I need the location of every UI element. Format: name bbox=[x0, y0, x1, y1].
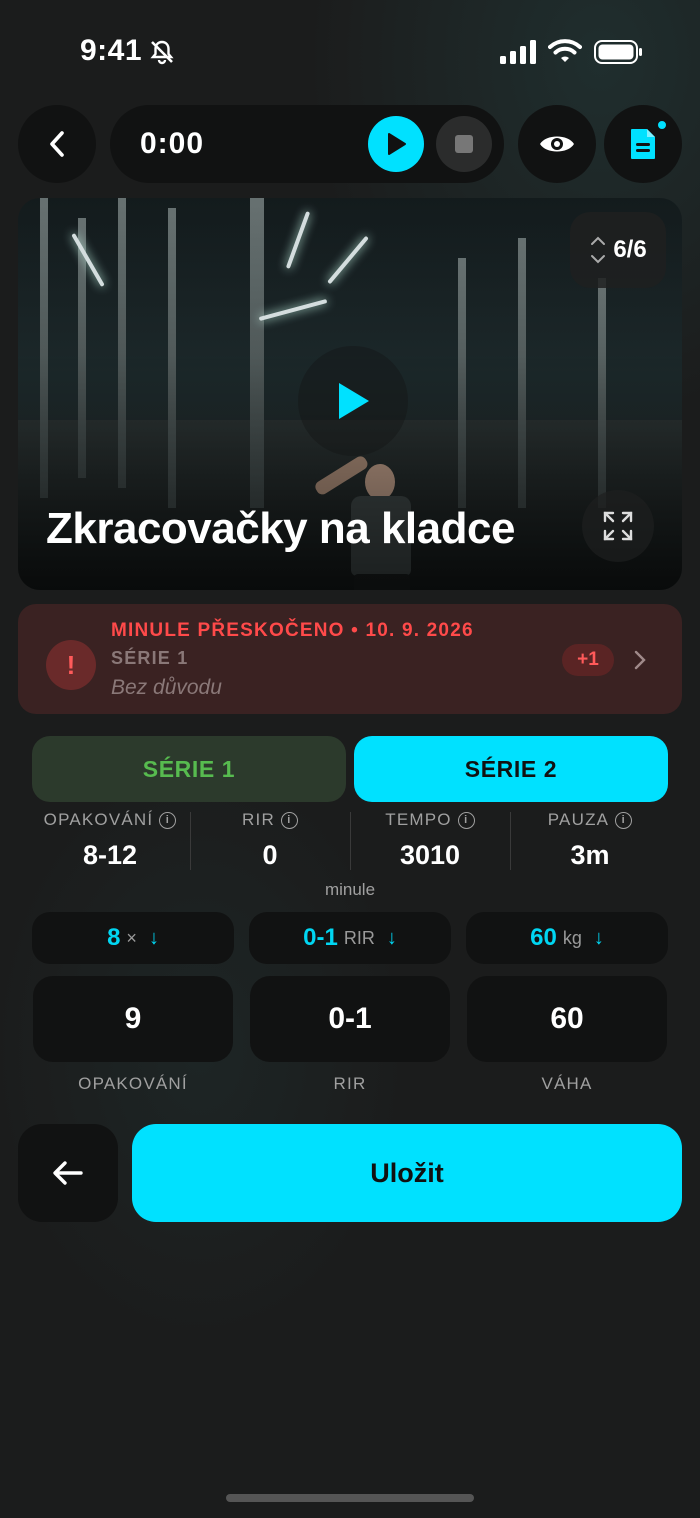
tab-series-1[interactable]: SÉRIE 1 bbox=[32, 736, 346, 802]
cellular-signal-icon bbox=[500, 40, 536, 64]
stat-value: 0 bbox=[262, 840, 278, 870]
stat-label: PAUZA bbox=[547, 810, 610, 829]
previous-label: minule bbox=[324, 880, 376, 899]
chevron-left-icon bbox=[50, 131, 64, 157]
notification-dot bbox=[656, 119, 668, 131]
arrow-left-icon bbox=[53, 1161, 83, 1185]
stat-value: 3m bbox=[570, 840, 610, 870]
info-icon[interactable]: i bbox=[159, 811, 177, 829]
alert-series: SÉRIE 1 bbox=[111, 648, 189, 668]
previous-rir[interactable]: 0-1 RIR ↓ bbox=[249, 912, 451, 964]
battery-icon bbox=[594, 40, 642, 64]
previous-value: 8 bbox=[107, 924, 121, 951]
arrow-down-icon: ↓ bbox=[386, 926, 397, 949]
view-button[interactable] bbox=[518, 105, 596, 183]
previous-unit: RIR bbox=[343, 927, 375, 948]
stat-rest: PAUZA i 3m bbox=[510, 810, 670, 871]
previous-reps[interactable]: 8 × ↓ bbox=[32, 912, 234, 964]
previous-unit: × bbox=[126, 927, 137, 948]
info-icon[interactable]: i bbox=[280, 811, 298, 829]
weight-label: VÁHA bbox=[541, 1074, 593, 1093]
exercise-counter[interactable]: 6/6 bbox=[570, 212, 666, 288]
document-icon bbox=[631, 129, 655, 159]
bell-slash-icon bbox=[150, 40, 174, 65]
previous-value: 60 bbox=[530, 924, 557, 951]
stop-icon bbox=[455, 135, 473, 153]
alert-count-badge: +1 bbox=[562, 644, 614, 676]
save-button[interactable]: Uložit bbox=[132, 1124, 682, 1222]
reps-input[interactable]: 9 bbox=[33, 976, 233, 1062]
skipped-alert[interactable]: ! MINULE PŘESKOČENO • 10. 9. 2026 SÉRIE … bbox=[18, 604, 682, 714]
stat-reps: OPAKOVÁNÍ i 8-12 bbox=[30, 810, 190, 871]
exercise-title: Zkracovačky na kladce bbox=[46, 504, 515, 553]
exercise-counter-text: 6/6 bbox=[613, 236, 647, 263]
back-button[interactable] bbox=[18, 105, 96, 183]
stat-rir: RIR i 0 bbox=[190, 810, 350, 871]
info-icon[interactable]: i bbox=[457, 811, 475, 829]
fullscreen-button[interactable] bbox=[582, 490, 654, 562]
video-play-button[interactable] bbox=[298, 346, 408, 456]
weight-input[interactable]: 60 bbox=[467, 976, 667, 1062]
play-icon bbox=[339, 383, 369, 419]
exercise-video[interactable]: 6/6 Zkracovačky na kladce bbox=[18, 198, 682, 590]
eye-icon bbox=[540, 136, 574, 152]
stat-label: OPAKOVÁNÍ bbox=[43, 810, 154, 829]
home-indicator[interactable] bbox=[226, 1494, 474, 1502]
chevron-up-down-icon bbox=[591, 236, 606, 264]
reps-label: OPAKOVÁNÍ bbox=[78, 1074, 188, 1093]
timer-display: 0:00 bbox=[140, 127, 205, 160]
timer-play-button[interactable] bbox=[368, 116, 424, 172]
previous-unit: kg bbox=[562, 927, 582, 948]
info-icon[interactable]: i bbox=[615, 811, 633, 829]
previous-weight[interactable]: 60 kg ↓ bbox=[466, 912, 668, 964]
chevron-right-icon bbox=[634, 650, 646, 670]
rir-input[interactable]: 0-1 bbox=[250, 976, 450, 1062]
stat-value: 3010 bbox=[399, 840, 461, 870]
previous-value: 0-1 bbox=[303, 924, 338, 951]
stat-tempo: TEMPO i 3010 bbox=[350, 810, 510, 871]
exclamation-icon: ! bbox=[46, 640, 96, 690]
timer-stop-button[interactable] bbox=[436, 116, 492, 172]
stat-label: TEMPO bbox=[385, 810, 452, 829]
alert-title: MINULE PŘESKOČENO • 10. 9. 2026 bbox=[111, 620, 474, 641]
wifi-icon bbox=[548, 39, 582, 62]
arrow-down-icon: ↓ bbox=[593, 926, 604, 949]
notes-button[interactable] bbox=[604, 105, 682, 183]
stat-value: 8-12 bbox=[82, 840, 138, 870]
alert-reason: Bez důvodu bbox=[111, 676, 222, 699]
stat-label: RIR bbox=[242, 810, 275, 829]
arrow-down-icon: ↓ bbox=[148, 926, 159, 949]
rir-label: RIR bbox=[333, 1074, 367, 1093]
timer-bar: 0:00 bbox=[110, 105, 504, 183]
previous-set-button[interactable] bbox=[18, 1124, 118, 1222]
expand-icon bbox=[603, 511, 633, 541]
status-time: 9:41 bbox=[80, 34, 143, 67]
tab-series-2[interactable]: SÉRIE 2 bbox=[354, 736, 668, 802]
play-icon bbox=[388, 133, 406, 155]
